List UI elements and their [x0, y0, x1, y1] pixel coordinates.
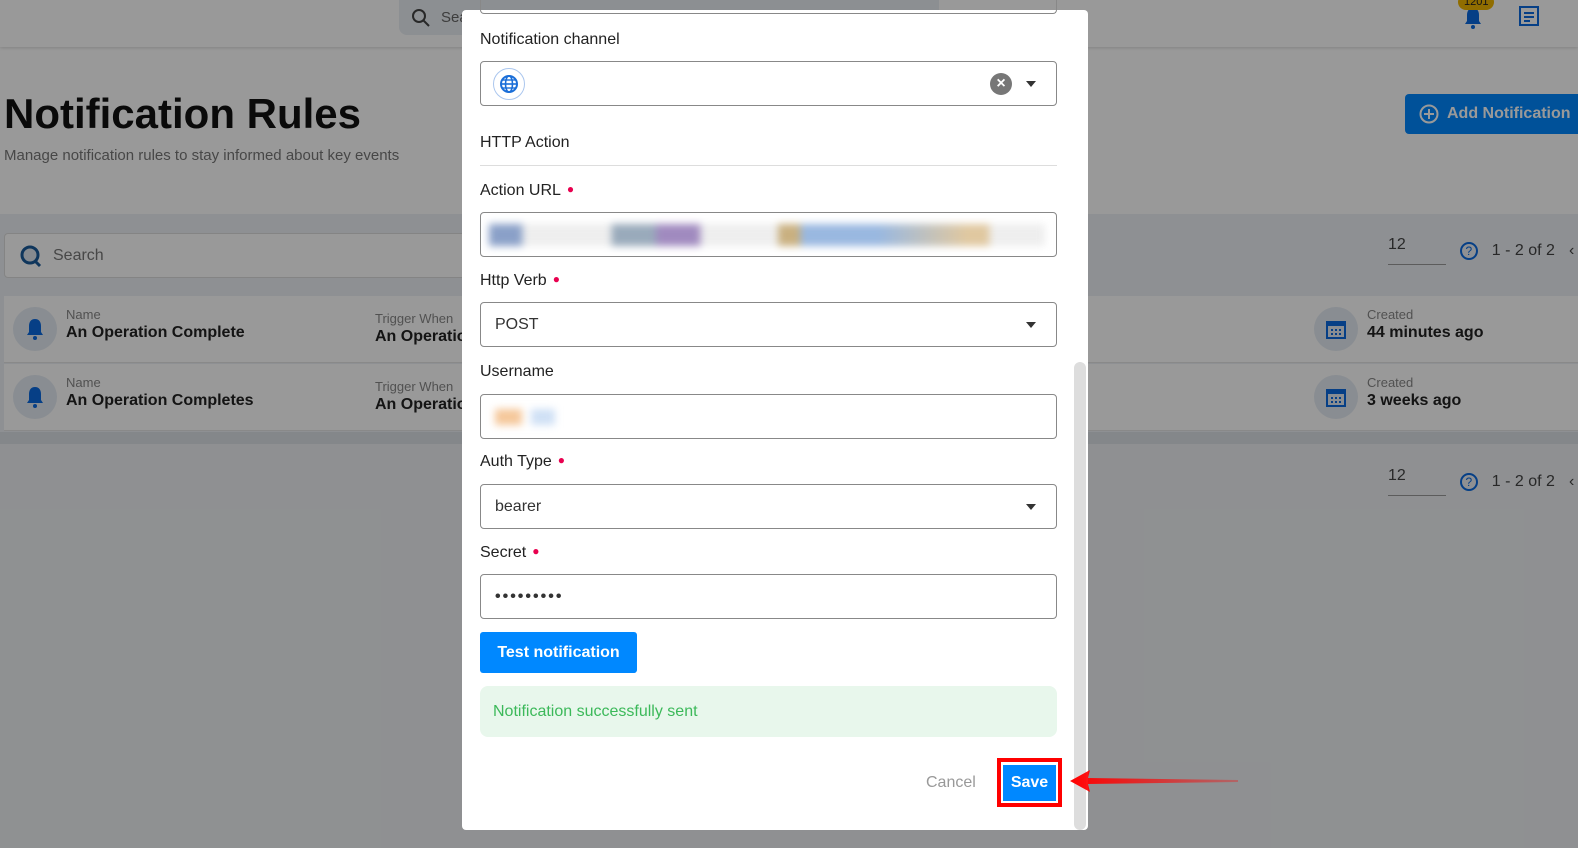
save-label: Save — [1010, 774, 1049, 791]
redacted-value — [495, 408, 555, 425]
required-dot: ● — [552, 272, 560, 286]
section-heading: HTTP Action — [480, 134, 570, 151]
save-button[interactable]: Save — [1003, 765, 1056, 801]
auth-type-select[interactable]: bearer — [480, 484, 1057, 529]
test-notification-button[interactable]: Test notification — [480, 632, 637, 673]
secret-value: ••••••••• — [495, 587, 564, 605]
success-alert: Notification successfully sent — [480, 686, 1057, 737]
secret-label: Secret — [480, 544, 527, 561]
secret-input[interactable]: ••••••••• — [480, 574, 1057, 619]
channel-label: Notification channel — [480, 31, 620, 48]
http-verb-select[interactable]: POST — [480, 302, 1057, 347]
username-label: Username — [480, 363, 554, 380]
channel-select[interactable]: × — [480, 61, 1057, 106]
auth-type-value: bearer — [495, 497, 542, 515]
required-dot: ● — [566, 182, 575, 196]
success-message: Notification successfully sent — [493, 702, 698, 720]
test-notification-label: Test notification — [497, 643, 620, 661]
cancel-button[interactable]: Cancel — [926, 774, 976, 792]
action-url-input[interactable] — [480, 212, 1057, 257]
required-dot: ● — [557, 453, 566, 467]
chevron-down-icon — [1026, 503, 1036, 510]
action-url-label: Action URL — [480, 182, 561, 199]
http-verb-label: Http Verb — [480, 272, 547, 289]
http-verb-value: POST — [495, 315, 539, 333]
username-input[interactable] — [480, 394, 1057, 439]
required-dot: ● — [532, 544, 540, 558]
auth-type-label: Auth Type — [480, 453, 552, 470]
redacted-value — [489, 223, 1045, 246]
arrow-annotation-icon — [1070, 770, 1238, 792]
previous-field[interactable] — [480, 0, 1057, 14]
notification-rule-modal: Notification channel × HTTP Action Actio… — [462, 0, 1088, 830]
scrollbar[interactable] — [1074, 362, 1086, 830]
chevron-down-icon — [1026, 321, 1036, 328]
globe-icon — [493, 67, 525, 100]
chevron-down-icon[interactable] — [1026, 80, 1036, 87]
divider — [480, 165, 1057, 166]
clear-icon[interactable]: × — [990, 72, 1012, 95]
